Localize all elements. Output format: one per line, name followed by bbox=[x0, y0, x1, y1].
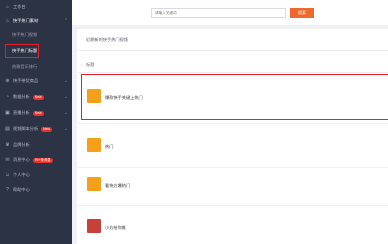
table-row[interactable]: 热门 bbox=[77, 129, 388, 163]
live-icon: ▣ bbox=[5, 109, 10, 116]
column-header-title: 标题 bbox=[86, 62, 95, 67]
sidebar-item-label: 快手带货商品 bbox=[13, 78, 39, 83]
search-input[interactable] bbox=[151, 8, 286, 18]
divider bbox=[77, 123, 388, 124]
home-icon: ⌂ bbox=[5, 3, 10, 10]
help-icon: ? bbox=[6, 186, 9, 193]
search-button[interactable]: 搜索 bbox=[290, 8, 314, 18]
row-thumbnail bbox=[87, 177, 101, 191]
sidebar-item-help[interactable]: ? 帮助中心 bbox=[0, 185, 72, 195]
sidebar-item-label: 个人中心 bbox=[13, 172, 30, 177]
top-bar: 搜索 bbox=[72, 0, 388, 25]
user-icon: ☺ bbox=[5, 171, 11, 178]
message-count-badge: 99+条消息 bbox=[32, 157, 53, 163]
highlight-box-sidebar bbox=[5, 44, 39, 58]
main-panel: 近期新的快手热门视频 标题 爆款快手关键上热门 热门 看快方爆热门 小方给你推 bbox=[77, 29, 388, 244]
bell-icon: ✉ bbox=[5, 156, 10, 163]
chevron-up-icon: ⌃ bbox=[63, 18, 68, 24]
sidebar-item-hot-materials[interactable]: ♨ 快手热门素材 ⌃ bbox=[0, 16, 72, 26]
row-title[interactable]: 看快方爆热门 bbox=[105, 183, 130, 189]
sidebar-item-label: 帮助中心 bbox=[13, 187, 30, 192]
sidebar-item-label: 数据分析 bbox=[13, 94, 30, 99]
sidebar-item-profile[interactable]: ☺ 个人中心 bbox=[0, 170, 72, 180]
brand-icon: ♛ bbox=[5, 141, 10, 148]
sidebar-item-messages[interactable]: ✉ 消息中心 99+条消息 bbox=[0, 155, 72, 165]
sidebar-item-live-analysis[interactable]: ▣ 直播分析 New ⌄ bbox=[0, 108, 72, 118]
chevron-down-icon: ⌄ bbox=[63, 94, 68, 100]
new-badge: New bbox=[41, 126, 52, 132]
sidebar-item-label: 视频脚本分析 bbox=[13, 126, 39, 131]
divider bbox=[77, 72, 388, 73]
table-row[interactable]: 看快方爆热门 bbox=[77, 168, 388, 202]
sidebar-item-label: 快手热门素材 bbox=[13, 18, 39, 23]
sidebar-item-label: 消息中心 bbox=[13, 157, 30, 162]
row-title[interactable]: 热门 bbox=[105, 144, 113, 150]
sidebar-subitem-music-ranking[interactable]: 热歌音乐排行 bbox=[0, 62, 72, 72]
sidebar: ⌂ 工作台 ♨ 快手热门素材 ⌃ 快手热门视频 快手热门标题 热歌音乐排行 ⊕ … bbox=[0, 0, 72, 244]
sidebar-item-label: 直播分析 bbox=[13, 110, 30, 115]
sidebar-item-brand-analysis[interactable]: ♛ 品牌分析 bbox=[0, 140, 72, 150]
divider bbox=[77, 50, 388, 51]
video-icon: ▤ bbox=[5, 125, 10, 132]
highlight-box-row bbox=[81, 74, 388, 120]
sidebar-subitem-label: 热歌音乐排行 bbox=[12, 64, 38, 69]
chart-icon: ◔ bbox=[5, 93, 10, 100]
flame-icon: ♨ bbox=[5, 17, 10, 24]
new-badge: New bbox=[32, 94, 44, 100]
sidebar-subitem-hot-videos[interactable]: 快手热门视频 bbox=[0, 30, 72, 40]
sidebar-item-workbench[interactable]: ⌂ 工作台 bbox=[0, 2, 72, 12]
row-thumbnail bbox=[87, 219, 101, 233]
row-thumbnail bbox=[87, 138, 101, 152]
divider bbox=[77, 205, 388, 206]
table-row[interactable]: 小方给你推 bbox=[77, 210, 388, 244]
row-title[interactable]: 小方给你推 bbox=[105, 225, 126, 231]
chevron-down-icon: ⌄ bbox=[63, 78, 68, 84]
sidebar-item-data-analysis[interactable]: ◔ 数据分析 New ⌄ bbox=[0, 92, 72, 102]
chevron-down-icon: ⌄ bbox=[63, 126, 68, 132]
sidebar-item-video-script[interactable]: ▤ 视频脚本分析 New ⌄ bbox=[0, 124, 72, 134]
cart-icon: ⊕ bbox=[5, 77, 10, 84]
new-badge: New bbox=[32, 110, 44, 116]
section-note: 近期新的快手热门视频 bbox=[86, 37, 128, 42]
sidebar-item-products[interactable]: ⊕ 快手带货商品 ⌄ bbox=[0, 76, 72, 86]
sidebar-item-label: 品牌分析 bbox=[13, 142, 30, 147]
sidebar-subitem-label: 快手热门视频 bbox=[12, 32, 38, 37]
sidebar-item-label: 工作台 bbox=[13, 4, 26, 9]
chevron-down-icon: ⌄ bbox=[63, 110, 68, 116]
